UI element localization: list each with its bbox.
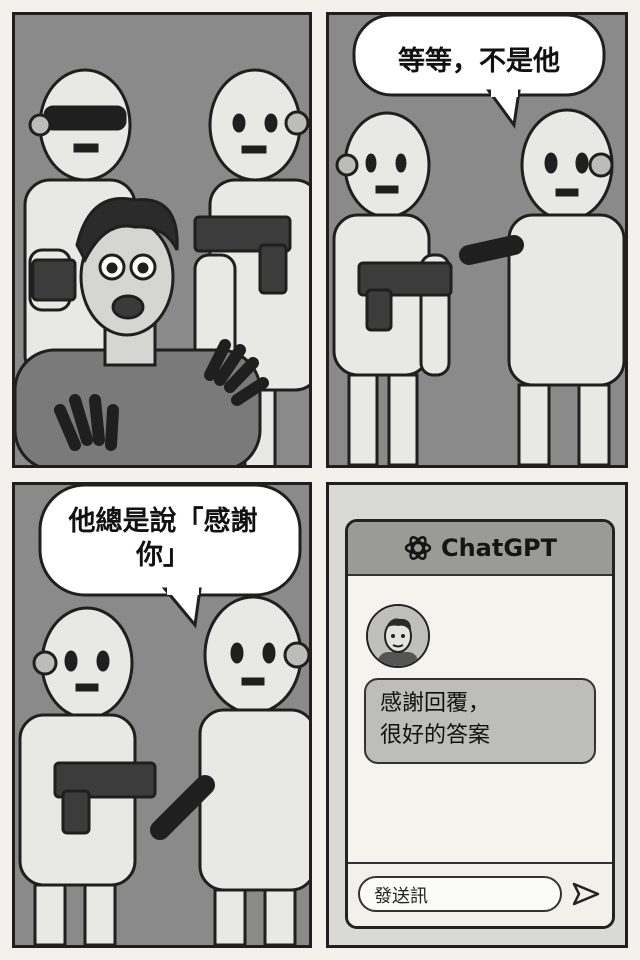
scene-robot-pointing bbox=[329, 15, 625, 465]
chat-input-bar: 發送訊 bbox=[348, 862, 612, 926]
chat-header: ChatGPT bbox=[348, 522, 612, 576]
gun-icon bbox=[31, 258, 77, 302]
comic-panel-1 bbox=[12, 12, 312, 468]
message-input[interactable]: 發送訊 bbox=[358, 876, 562, 912]
chat-message-bubble: 感謝回覆， 很好的答案 bbox=[364, 678, 596, 764]
avatar bbox=[366, 604, 430, 668]
comic-panel-2: 等等，不是他 bbox=[326, 12, 628, 468]
speech-text: 他總是說「感謝 你」 bbox=[53, 505, 273, 573]
message-line-1: 感謝回覆， bbox=[380, 691, 491, 716]
scene-robots-and-man bbox=[15, 15, 309, 465]
speech-text: 等等，不是他 bbox=[398, 46, 560, 77]
openai-logo-icon bbox=[404, 536, 432, 560]
send-arrow-icon[interactable] bbox=[572, 882, 600, 906]
chat-window: ChatGPT 感謝回覆， 很好的答案 發送訊 bbox=[345, 519, 615, 929]
speech-line-2: 你」 bbox=[136, 539, 190, 571]
speech-line-1: 他總是說「感謝 bbox=[68, 506, 258, 537]
comic-panel-3: 他總是說「感謝 你」 bbox=[12, 482, 312, 948]
message-line-2: 很好的答案 bbox=[380, 722, 491, 748]
chat-brand-title: ChatGPT bbox=[440, 534, 558, 562]
comic-panel-4: ChatGPT 感謝回覆， 很好的答案 發送訊 bbox=[326, 482, 628, 948]
